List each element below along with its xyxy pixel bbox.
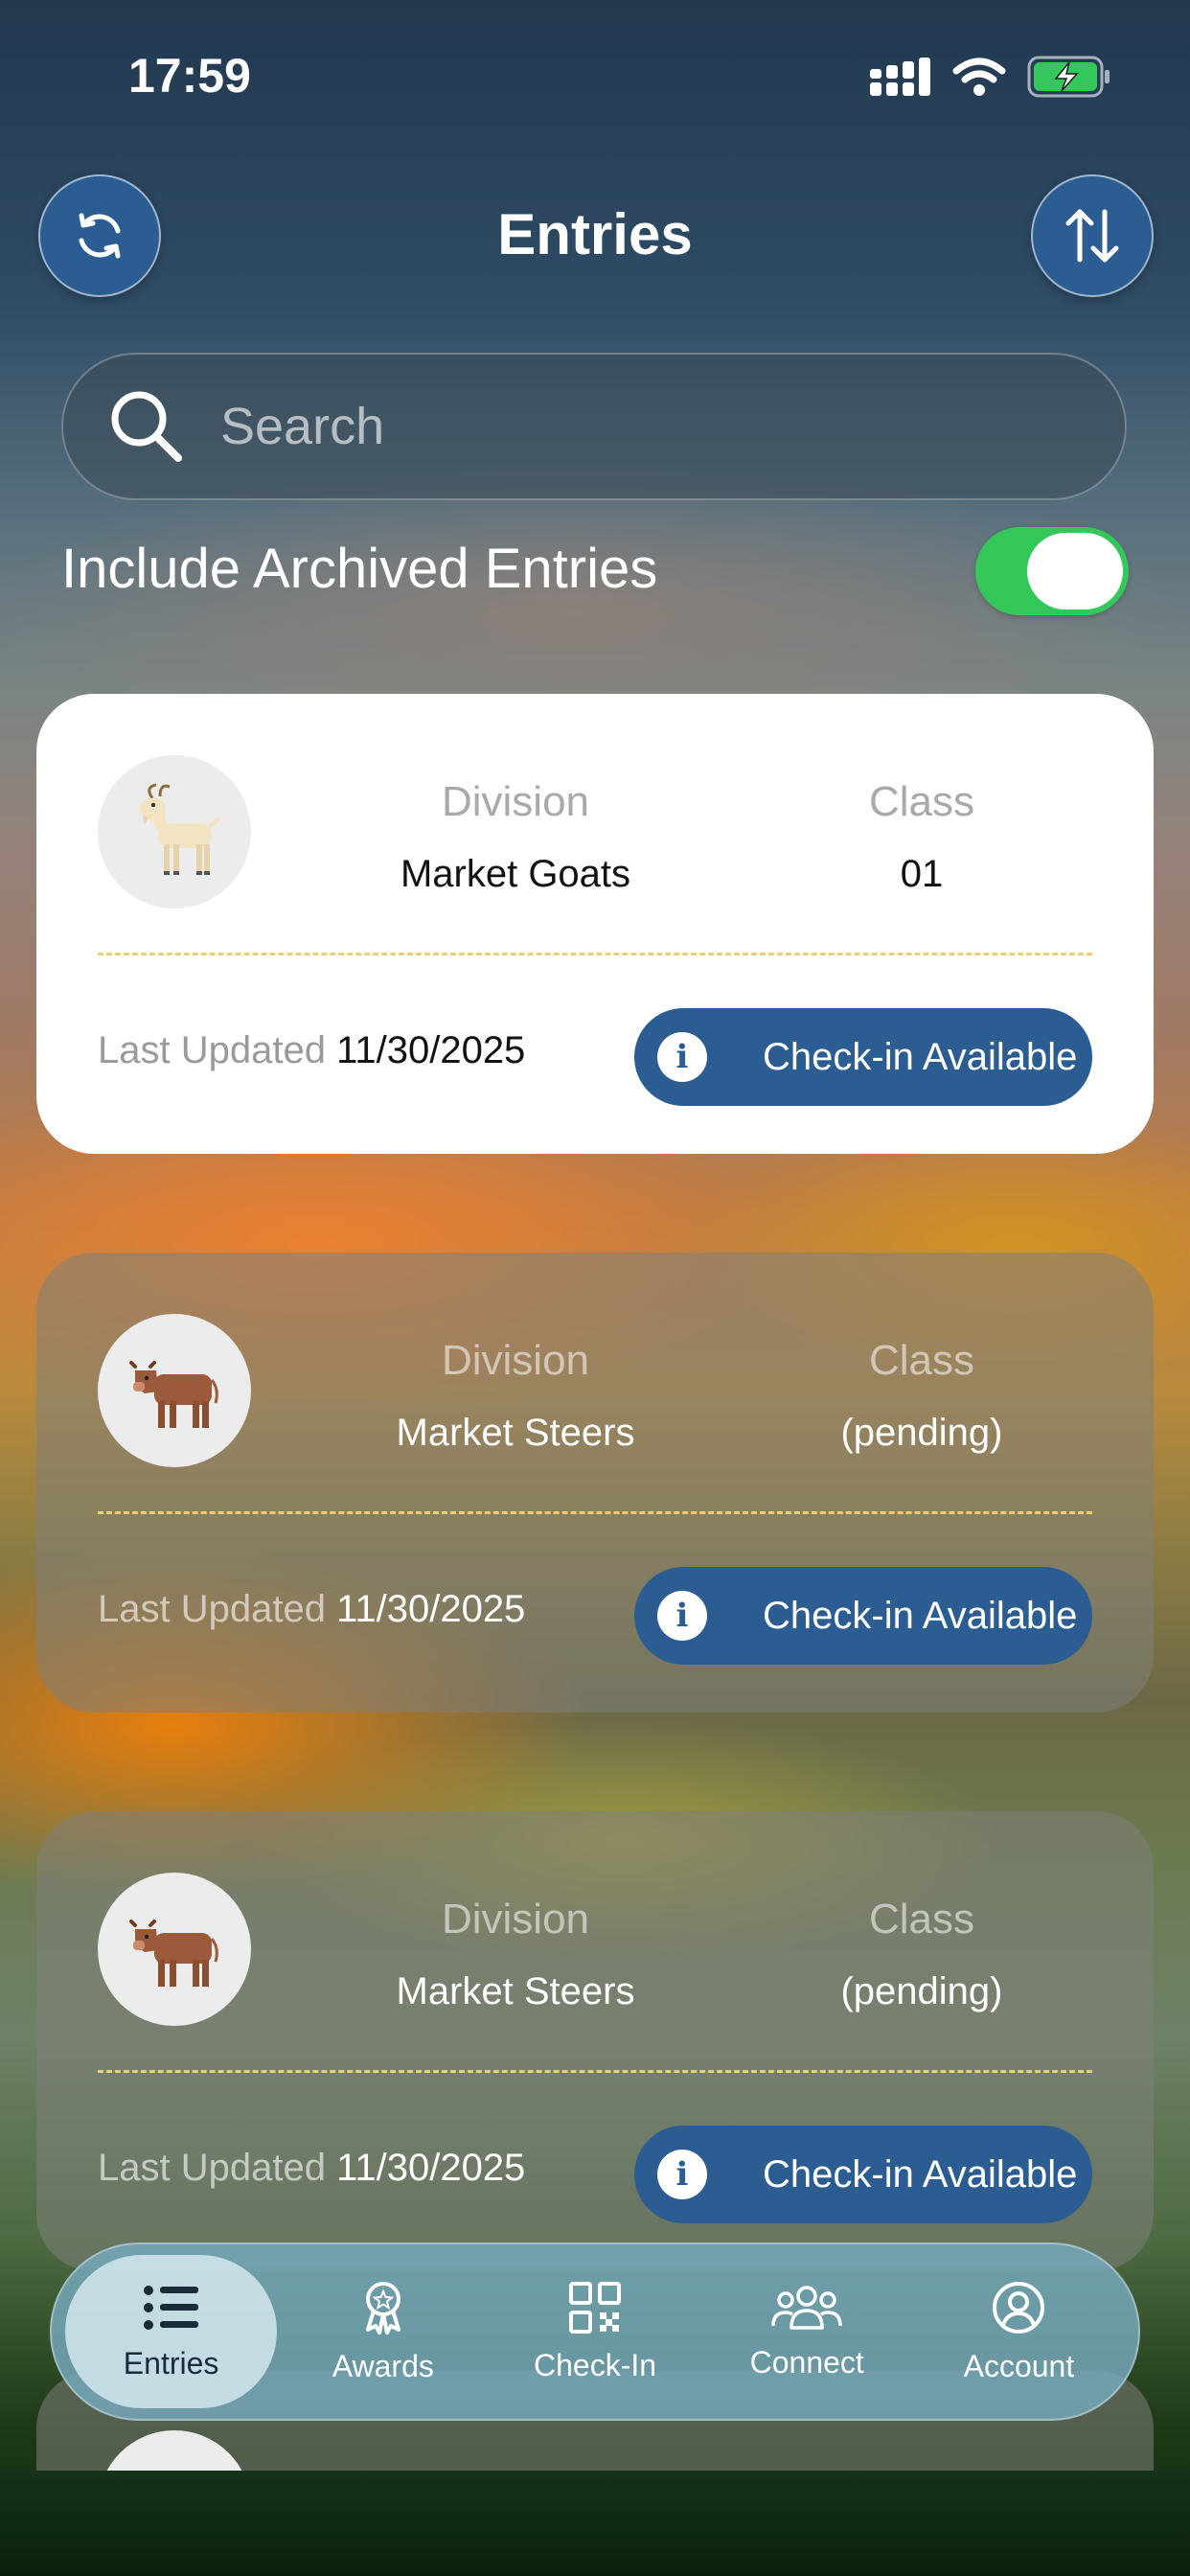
tab-check-in[interactable]: Check-In [489, 2255, 700, 2408]
tab-entries[interactable]: Entries [65, 2255, 278, 2408]
award-icon [365, 2281, 400, 2334]
account-icon [993, 2281, 1045, 2334]
division-label: Division [441, 1337, 590, 1384]
tab-label: Connect [749, 2344, 864, 2380]
archived-toggle[interactable] [975, 527, 1129, 615]
checkin-status-button[interactable]: i Check-in Available [634, 1567, 1092, 1665]
class-label: Class [868, 1896, 975, 1943]
cow-icon [129, 1920, 218, 1987]
status-time: 17:59 [128, 49, 251, 103]
division-value: Market Goats [400, 853, 631, 895]
entry-card[interactable]: Division Market Goats Class 01 Last Upda… [36, 694, 1154, 1154]
sort-icon [1065, 209, 1119, 263]
last-updated: Last Updated 11/30/2025 [98, 1029, 525, 1072]
tab-label: Check-In [533, 2347, 657, 2382]
status-icons [870, 56, 1111, 98]
tab-account[interactable]: Account [913, 2255, 1125, 2408]
animal-avatar [98, 1314, 251, 1467]
archived-toggle-label: Include Archived Entries [61, 538, 658, 600]
checkin-status-label: Check-in Available [763, 2152, 1078, 2196]
signal-icon [870, 58, 930, 96]
entry-card[interactable]: Division Market Steers Class (pending) L… [36, 1811, 1154, 2271]
search-icon [111, 391, 182, 462]
division-label: Division [441, 1896, 590, 1943]
card-divider [98, 953, 1092, 955]
last-updated-label: Last Updated [98, 1588, 326, 1630]
last-updated: Last Updated 11/30/2025 [98, 2147, 525, 2190]
card-divider [98, 2070, 1092, 2073]
class-value: 01 [900, 853, 944, 895]
search-input[interactable] [218, 396, 1065, 457]
division-value: Market Steers [396, 1970, 635, 2012]
qr-code-icon [569, 2281, 621, 2334]
last-updated: Last Updated 11/30/2025 [98, 1588, 525, 1631]
tab-label: Account [963, 2348, 1075, 2383]
tab-label: Awards [332, 2348, 434, 2383]
card-divider [98, 1511, 1092, 1514]
search-bar[interactable] [61, 353, 1127, 500]
checkin-status-button[interactable]: i Check-in Available [634, 2126, 1092, 2223]
goat-icon [139, 783, 220, 875]
last-updated-date: 11/30/2025 [336, 1588, 526, 1630]
cow-icon [129, 1361, 218, 1428]
last-updated-date: 11/30/2025 [336, 1029, 526, 1071]
animal-avatar [98, 1873, 251, 2026]
wifi-icon [952, 58, 1006, 96]
tab-awards[interactable]: Awards [277, 2255, 489, 2408]
info-icon: i [657, 1591, 707, 1641]
checkin-status-label: Check-in Available [763, 1594, 1078, 1637]
tab-connect[interactable]: Connect [701, 2255, 913, 2408]
entry-card[interactable]: Division Market Steers Class (pending) L… [36, 1253, 1154, 1713]
class-label: Class [868, 778, 975, 825]
info-icon: i [657, 1032, 707, 1082]
sort-button[interactable] [1031, 174, 1154, 297]
tab-label: Entries [123, 2345, 219, 2380]
entries-screen: 17:59 Entries Search Include Archived En… [0, 0, 1190, 2576]
info-icon: i [657, 2150, 707, 2199]
bottom-background [0, 2471, 1190, 2576]
checkin-status-button[interactable]: i Check-in Available [634, 1008, 1092, 1106]
list-icon [143, 2285, 198, 2330]
tab-bar: Entries Awards Check-In Connect Account [50, 2242, 1140, 2421]
animal-avatar [98, 755, 251, 908]
class-value: (pending) [840, 1970, 1003, 2012]
people-icon [771, 2285, 842, 2330]
class-value: (pending) [840, 1412, 1003, 1454]
class-label: Class [868, 1337, 975, 1384]
last-updated-label: Last Updated [98, 1029, 326, 1071]
division-label: Division [441, 778, 590, 825]
division-value: Market Steers [396, 1412, 635, 1454]
last-updated-date: 11/30/2025 [336, 2147, 526, 2189]
battery-charging-icon [1027, 56, 1110, 98]
last-updated-label: Last Updated [98, 2147, 326, 2189]
toggle-knob [1027, 533, 1123, 610]
page-title: Entries [497, 202, 693, 266]
checkin-status-label: Check-in Available [763, 1035, 1078, 1078]
